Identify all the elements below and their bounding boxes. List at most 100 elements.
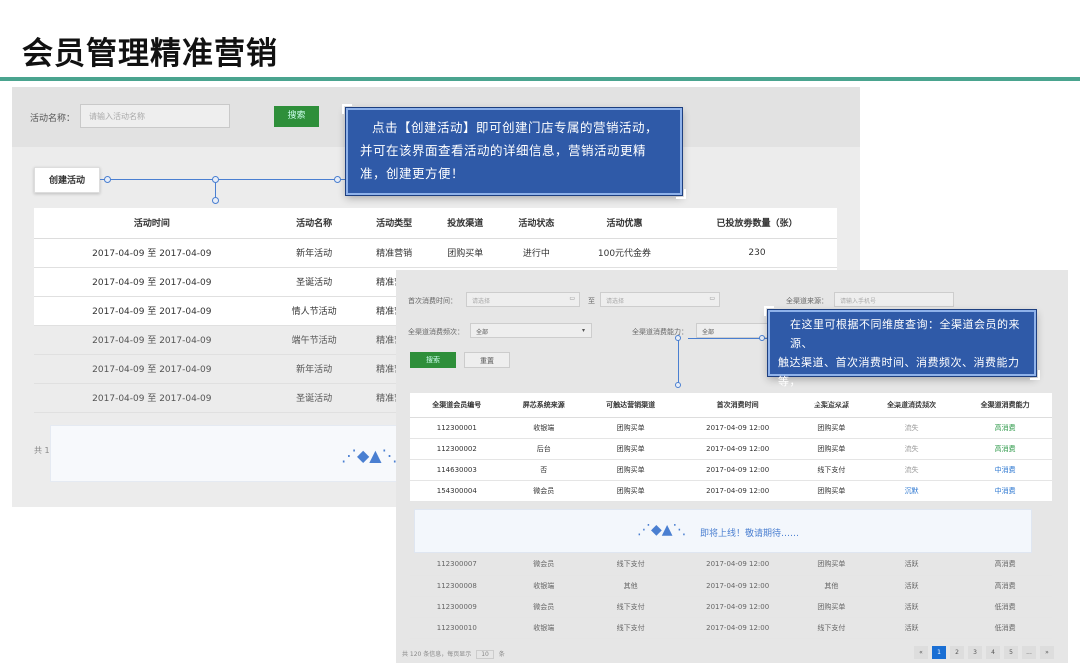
cell-name: 新年活动	[269, 354, 359, 384]
pagination-info: 共 120 条信息，每页显示 10 条	[402, 649, 505, 659]
cell-name: 端午节活动	[269, 325, 359, 355]
cell-channel: 团购买单	[429, 238, 501, 268]
column-header: 可触达营销渠道	[583, 393, 678, 418]
cell-status: 进行中	[500, 238, 572, 268]
cell-ability: 低消费	[958, 596, 1052, 618]
connector-line	[678, 340, 679, 384]
pagination: « 1 2 3 4 5... »	[914, 646, 1054, 659]
page-size-select[interactable]: 10	[476, 650, 494, 659]
callout-line: 触达渠道、首次消费时间、消费频次、消费能力等，	[778, 356, 1020, 388]
cell-name: 情人节活动	[269, 296, 359, 326]
table-row[interactable]: 114630003 否团购买单 2017-04-09 12:00 线下支付 流失 中消费	[410, 459, 1052, 481]
cell-time: 2017-04-09 12:00	[677, 438, 798, 460]
cell-ch: 团购买单	[583, 438, 678, 460]
cell-freq: 活跃	[864, 575, 959, 597]
cell-time: 2017-04-09 12:00	[677, 459, 798, 481]
column-header: 活动类型	[358, 208, 430, 239]
cell-time: 2017-04-09 12:00	[677, 575, 798, 597]
cell-src: 后台	[503, 438, 584, 460]
cell-osrc: 线下支付	[797, 617, 865, 639]
page-button[interactable]: »	[1040, 646, 1054, 659]
callout-line: 全渠道会员相关信息一目了然！	[778, 394, 939, 407]
cell-offer: 100元代金券	[571, 238, 677, 268]
coming-soon-banner: ⋰◆▲⋱ 即将上线！敬请期待……	[414, 509, 1032, 553]
callout-line: 点击【创建活动】即可创建门店专属的营销活动，	[372, 120, 659, 135]
ability-value: 全部	[702, 329, 715, 336]
calendar-icon[interactable]: ▭	[709, 295, 715, 302]
cell-osrc: 其他	[797, 575, 865, 597]
create-activity-button[interactable]: 创建活动	[34, 167, 100, 193]
table-row[interactable]: 112300009 微会员 线下支付 2017-04-09 12:00 团购买单 活跃 低消…	[410, 596, 1052, 618]
cell-ch: 团购买单	[583, 459, 678, 481]
page-button[interactable]: «	[914, 646, 928, 659]
column-header: 活动时间	[34, 208, 270, 239]
column-header: 活动状态	[500, 208, 572, 239]
page-button[interactable]: 2	[950, 646, 964, 659]
cell-ch: 线下支付	[583, 554, 678, 576]
table-row[interactable]: 154300004 微会员 团购买单 2017-04-09 12:00 团购买单 沉默 中消…	[410, 480, 1052, 502]
table-row[interactable]: 112300001 收银端 团购买单 2017-04-09 12:00 团购买单 流失 高消…	[410, 417, 1052, 439]
coming-soon-text: 即将上线！敬请期待……	[700, 529, 800, 539]
cell-ability: 高消费	[958, 575, 1052, 597]
consume-frequency-label: 全渠道消费频次：	[408, 328, 464, 336]
cell-ch: 线下支付	[583, 596, 678, 618]
connector-dot	[675, 382, 681, 388]
cell-freq: 活跃	[864, 596, 959, 618]
activity-name-input[interactable]: 请输入活动名称	[80, 104, 230, 128]
cell-id: 112300009	[410, 596, 504, 618]
cell-time: 2017-04-09 12:00	[677, 480, 798, 502]
illustration-icon: ⋰◆▲⋱	[341, 446, 398, 465]
cell-name: 圣诞活动	[269, 267, 359, 297]
activity-name-label: 活动名称：	[30, 114, 76, 124]
cell-freq: 活跃	[864, 617, 959, 639]
date-placeholder: 请选择	[472, 298, 491, 305]
cell-time: 2017-04-09 至 2017-04-09	[34, 296, 270, 326]
cell-time: 2017-04-09 至 2017-04-09	[34, 267, 270, 297]
cell-time: 2017-04-09 12:00	[677, 617, 798, 639]
cell-ch: 团购买单	[583, 480, 678, 502]
table-row[interactable]: 2017-04-09 至 2017-04-09 新年活动 精准营销 团购买单 进行中 10…	[34, 238, 837, 268]
connector-dot	[104, 176, 111, 183]
frequency-value: 全部	[476, 329, 489, 336]
table-row[interactable]: 112300007 微会员 线下支付 2017-04-09 12:00 团购买单 活跃 高消…	[410, 554, 1052, 576]
callout-corner	[1030, 370, 1040, 380]
chevron-down-icon: ▾	[581, 327, 585, 334]
table-row[interactable]: 112300002 后台 团购买单 2017-04-09 12:00 团购买单 流失 高消费	[410, 438, 1052, 460]
cell-time: 2017-04-09 至 2017-04-09	[34, 238, 270, 268]
start-date-input[interactable]: 请选择 ▭	[466, 292, 580, 307]
cell-time: 2017-04-09 12:00	[677, 596, 798, 618]
reset-button[interactable]: 重置	[464, 352, 510, 368]
cell-freq: 活跃	[864, 554, 959, 576]
table-row[interactable]: 112300008 收银端 其他 2017-04-09 12:00 其他 活跃 高消费	[410, 575, 1052, 597]
phone-search-input[interactable]: 请输入手机号	[834, 292, 954, 307]
slide-title: 会员管理精准营销	[22, 36, 278, 72]
callout-member-query: 在这里可根据不同维度查询：全渠道会员的来源、 触达渠道、首次消费时间、消费频次、…	[764, 306, 1040, 407]
connector-line	[215, 182, 216, 198]
search-button[interactable]: 搜索	[274, 106, 319, 127]
cell-ch: 线下支付	[583, 617, 678, 639]
page-button[interactable]: 5	[1004, 646, 1018, 659]
frequency-select[interactable]: 全部 ▾	[470, 323, 592, 338]
page-button[interactable]: 4	[986, 646, 1000, 659]
page-button[interactable]: ...	[1022, 646, 1036, 659]
cell-src: 微会员	[503, 480, 584, 502]
title-divider	[0, 77, 1080, 81]
table-row[interactable]: 112300010 收银端 线下支付 2017-04-09 12:00 线下支付 活跃 低消…	[410, 617, 1052, 639]
column-header: 已投放劵数量（张）	[676, 208, 837, 239]
cell-id: 112300007	[410, 554, 504, 576]
cell-ability: 低消费	[958, 617, 1052, 639]
calendar-icon[interactable]: ▭	[569, 295, 575, 302]
first-consume-time-label: 首次消费时间：	[408, 297, 457, 305]
search-button[interactable]: 搜索	[410, 352, 456, 368]
page-button[interactable]: 3	[968, 646, 982, 659]
page-button[interactable]: 1	[932, 646, 946, 659]
connector-line	[100, 179, 350, 180]
cell-osrc: 团购买单	[797, 596, 865, 618]
cell-osrc: 团购买单	[797, 554, 865, 576]
end-date-input[interactable]: 请选择 ▭	[600, 292, 720, 307]
connector-dot	[759, 335, 765, 341]
cell-src: 收银端	[503, 575, 584, 597]
callout-create-activity: 点击【创建活动】即可创建门店专属的营销活动， 并可在该界面查看活动的详细信息，营…	[342, 104, 686, 199]
cell-src: 微会员	[503, 596, 584, 618]
callout-corner	[342, 104, 352, 114]
